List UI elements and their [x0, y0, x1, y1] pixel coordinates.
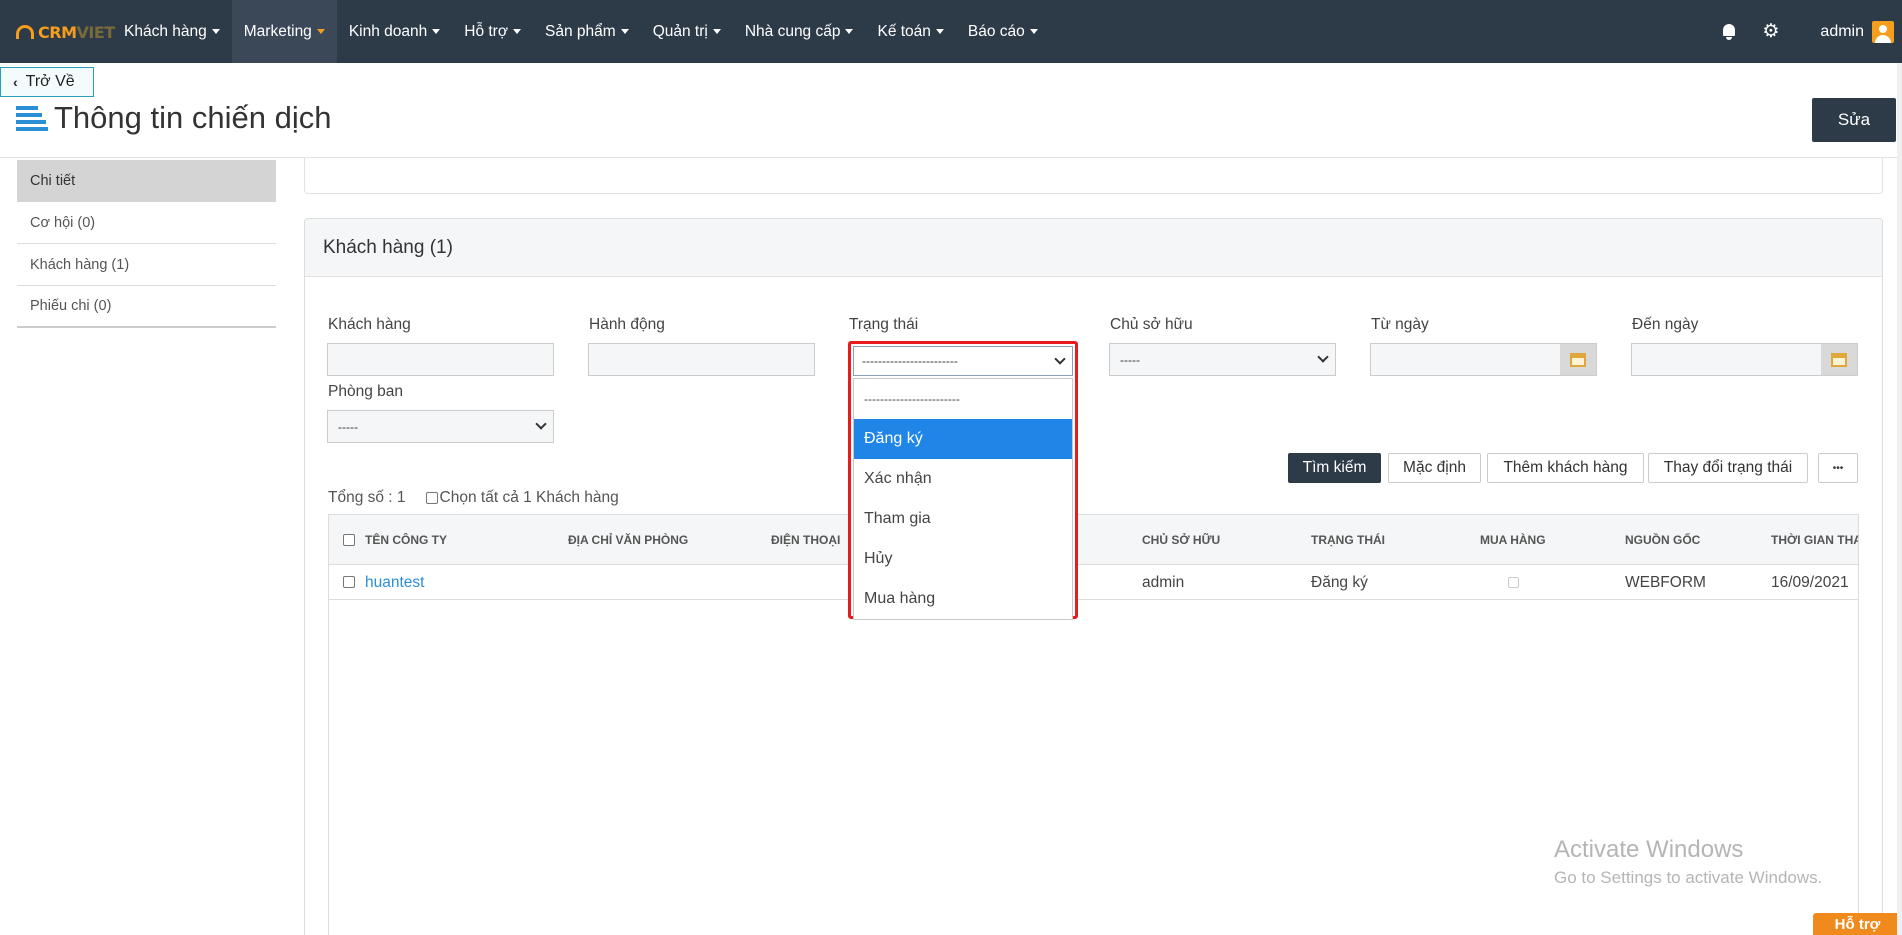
summary: Tổng số : 1 Chọn tất cả 1 Khách hàng [328, 489, 619, 507]
sidebar: Chi tiết Cơ hội (0) Khách hàng (1) Phiếu… [17, 160, 276, 328]
sidebar-item-opportunities[interactable]: Cơ hội (0) [17, 202, 276, 244]
chevron-left-icon: ‹ [13, 74, 18, 90]
filter-action-input[interactable] [588, 343, 815, 376]
filter-owner-select[interactable]: ----- [1109, 343, 1336, 376]
filter-from-date-input[interactable] [1370, 343, 1597, 376]
status-option-none[interactable]: ------------------------ [854, 379, 1072, 419]
panel-title: Khách hàng (1) [305, 219, 1882, 277]
caret-down-icon [316, 29, 325, 34]
column-header[interactable]: NGUỒN GỐC [1625, 533, 1700, 547]
caret-down-icon [712, 29, 721, 34]
status-dropdown-highlight: ------------------------ ---------------… [848, 341, 1078, 620]
windows-watermark-title: Activate Windows [1554, 836, 1744, 863]
calendar-button[interactable] [1821, 344, 1857, 375]
calendar-icon [1831, 352, 1847, 367]
filter-customer-input[interactable] [327, 343, 554, 376]
company-link[interactable]: huantest [365, 574, 424, 592]
default-button[interactable]: Mặc định [1388, 453, 1481, 483]
back-button[interactable]: ‹ Trở Về [0, 67, 94, 97]
filter-status-label: Trạng thái [849, 316, 919, 333]
sidebar-item-details[interactable]: Chi tiết [17, 160, 276, 202]
page-title: Thông tin chiến dịch [54, 100, 332, 135]
table-header: TÊN CÔNG TY ĐỊA CHỈ VĂN PHÒNG ĐIỆN THOẠI… [329, 515, 1858, 565]
more-button[interactable]: ••• [1818, 453, 1858, 483]
details-panel [304, 158, 1883, 194]
logo[interactable]: CRMVIET [16, 22, 115, 42]
column-header[interactable]: MUA HÀNG [1480, 533, 1546, 547]
caret-down-icon [211, 29, 220, 34]
total-count: Tổng số : 1 [328, 489, 406, 506]
chevron-down-icon [1317, 351, 1329, 363]
owner-cell: admin [1142, 574, 1185, 591]
column-header[interactable]: TRẠNG THÁI [1311, 533, 1385, 547]
column-header[interactable]: ĐIỆN THOẠI [771, 533, 840, 547]
nav-item-kinh-doanh[interactable]: Kinh doanh [337, 0, 452, 63]
windows-watermark-subtitle: Go to Settings to activate Windows. [1554, 868, 1823, 887]
row-checkbox[interactable] [343, 576, 355, 588]
purchase-checkbox[interactable] [1508, 577, 1519, 588]
chevron-down-icon [535, 418, 547, 430]
select-all-label: Chọn tất cả 1 Khách hàng [439, 489, 619, 506]
filter-to-date-input[interactable] [1631, 343, 1858, 376]
logo-mark-icon [16, 25, 34, 39]
support-button[interactable]: Hỗ trợ [1813, 913, 1902, 935]
calendar-button[interactable] [1560, 344, 1596, 375]
table-row[interactable]: huantest admin Đăng ký WEBFORM 16/09/202… [329, 566, 1858, 600]
column-header[interactable]: ĐỊA CHỈ VĂN PHÒNG [568, 533, 688, 547]
status-option-register[interactable]: Đăng ký [854, 419, 1072, 459]
status-cell: Đăng ký [1311, 574, 1368, 591]
avatar[interactable] [1872, 20, 1894, 43]
caret-down-icon [1029, 29, 1038, 34]
column-header[interactable]: TÊN CÔNG TY [365, 533, 447, 547]
filter-status-select[interactable]: ------------------------ [853, 346, 1073, 376]
nav-item-quan-tri[interactable]: Quản trị [641, 0, 733, 63]
caret-down-icon [513, 29, 522, 34]
sidebar-item-customers[interactable]: Khách hàng (1) [17, 244, 276, 286]
top-nav: CRMVIET Khách hàng Marketing Kinh doanh … [0, 0, 1902, 63]
filter-department-select[interactable]: ----- [327, 410, 554, 443]
calendar-icon [1570, 352, 1586, 367]
nav-menu: Khách hàng Marketing Kinh doanh Hỗ trợ S… [112, 0, 1050, 63]
caret-down-icon [935, 29, 944, 34]
nav-item-khach-hang[interactable]: Khách hàng [112, 0, 232, 63]
add-customer-button[interactable]: Thêm khách hàng [1487, 453, 1644, 483]
page-header: Thông tin chiến dịch [16, 100, 331, 136]
status-dropdown-list: ------------------------ Đăng ký Xác nhậ… [853, 378, 1073, 620]
sidebar-item-payment-vouchers[interactable]: Phiếu chi (0) [17, 286, 276, 328]
column-header[interactable]: CHỦ SỞ HỮU [1142, 533, 1220, 547]
filter-to-date-label: Đến ngày [1632, 316, 1699, 333]
nav-item-ho-tro[interactable]: Hỗ trợ [452, 0, 533, 63]
nav-item-san-pham[interactable]: Sản phẩm [533, 0, 641, 63]
bell-icon[interactable] [1720, 23, 1738, 41]
nav-item-nha-cung-cap[interactable]: Nhà cung cấp [733, 0, 866, 63]
filter-owner-label: Chủ sở hữu [1110, 316, 1193, 333]
filter-from-date-label: Từ ngày [1371, 316, 1429, 333]
header-checkbox[interactable] [343, 534, 355, 546]
filter-action-label: Hành động [589, 316, 665, 333]
filter-customer-label: Khách hàng [328, 316, 411, 333]
edit-button[interactable]: Sửa [1812, 98, 1896, 142]
time-cell: 16/09/2021 [1771, 574, 1849, 591]
nav-item-bao-cao[interactable]: Báo cáo [956, 0, 1050, 63]
chevron-down-icon [1054, 353, 1066, 365]
caret-down-icon [845, 29, 854, 34]
status-option-cancel[interactable]: Hủy [854, 539, 1072, 579]
status-option-participate[interactable]: Tham gia [854, 499, 1072, 539]
select-all-checkbox[interactable] [425, 492, 438, 504]
status-option-purchase[interactable]: Mua hàng [854, 579, 1072, 619]
filter-department-label: Phòng ban [328, 383, 403, 400]
nav-item-marketing[interactable]: Marketing [231, 0, 337, 63]
caret-down-icon [432, 29, 441, 34]
column-header[interactable]: THỜI GIAN THA [1771, 533, 1858, 547]
change-status-button[interactable]: Thay đổi trạng thái [1648, 453, 1808, 483]
list-icon [16, 104, 48, 132]
source-cell: WEBFORM [1625, 574, 1706, 591]
search-button[interactable]: Tìm kiếm [1288, 453, 1381, 483]
scrollbar[interactable] [1897, 63, 1902, 935]
caret-down-icon [620, 29, 629, 34]
nav-item-ke-toan[interactable]: Kế toán [865, 0, 955, 63]
gear-icon[interactable]: ⚙ [1762, 22, 1780, 41]
user-name[interactable]: admin [1820, 23, 1864, 41]
status-option-confirm[interactable]: Xác nhận [854, 459, 1072, 499]
